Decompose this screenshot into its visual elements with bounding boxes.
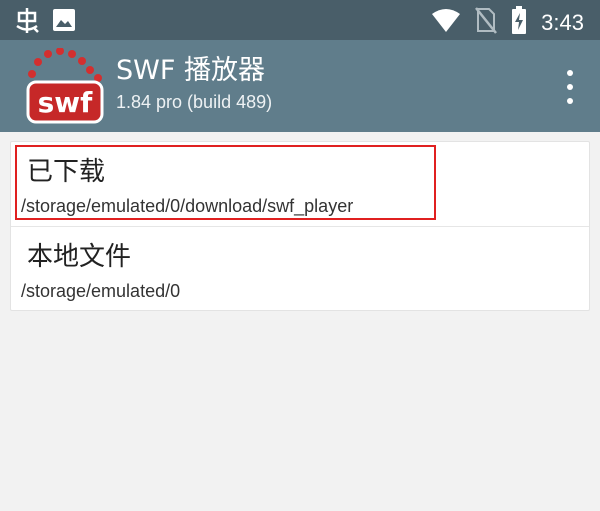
image-icon xyxy=(52,8,76,36)
status-left-icons xyxy=(14,6,76,38)
app-logo: swf xyxy=(24,47,106,124)
list-item-path: /storage/emulated/0/download/swf_player xyxy=(21,196,354,216)
app-version: 1.84 pro (build 489) xyxy=(116,92,273,112)
status-bar: 3:43 xyxy=(0,0,600,40)
list-item-local-files[interactable]: 本地文件 /storage/emulated/0 xyxy=(11,227,589,311)
list-item-path: /storage/emulated/0 xyxy=(21,281,181,301)
status-time: 3:43 xyxy=(541,9,584,35)
status-right-icons: 3:43 xyxy=(431,6,584,39)
list-item-downloads[interactable]: 已下载 /storage/emulated/0/download/swf_pla… xyxy=(11,142,589,226)
app-title: SWF 播放器 xyxy=(116,55,265,86)
overflow-menu-icon[interactable] xyxy=(564,70,576,104)
battery-charging-icon xyxy=(511,6,527,39)
no-sim-icon xyxy=(475,6,498,39)
folder-list: 已下载 /storage/emulated/0/download/swf_pla… xyxy=(10,141,590,311)
app-logo-text: swf xyxy=(38,86,94,119)
bug-icon xyxy=(14,6,40,38)
list-item-title: 已下载 xyxy=(27,157,106,187)
app-bar: swf SWF 播放器 1.84 pro (build 489) xyxy=(0,40,600,132)
list-item-title: 本地文件 xyxy=(27,242,132,272)
wifi-icon xyxy=(431,7,461,38)
